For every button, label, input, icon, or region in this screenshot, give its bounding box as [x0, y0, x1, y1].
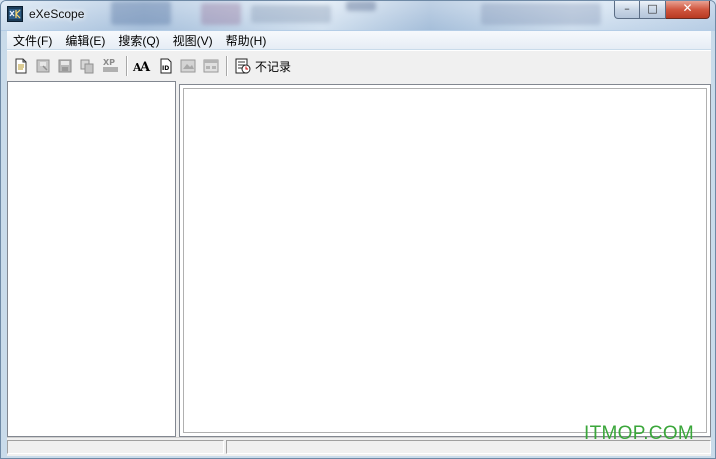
svg-text:ID: ID	[162, 65, 169, 72]
window-title: eXeScope	[29, 7, 85, 21]
title-bar[interactable]: eXeScope – □ ✕	[1, 1, 715, 30]
status-panel-left	[7, 440, 224, 454]
menu-file[interactable]: 文件(F)	[7, 32, 59, 49]
watermark-logo: ITMOP.COM	[584, 423, 695, 444]
resource-tree-pane[interactable]	[7, 81, 176, 437]
main-window: eXeScope – □ ✕ 文件(F) 编辑(E) 搜索(Q) 视图(V) 帮…	[0, 0, 716, 459]
svg-text:XP: XP	[103, 58, 115, 67]
font-icon[interactable]: A A	[132, 57, 151, 75]
menu-view[interactable]: 视图(V)	[167, 32, 220, 49]
exescope-app-icon	[7, 6, 23, 22]
maximize-button[interactable]: □	[640, 1, 666, 19]
menu-bar: 文件(F) 编辑(E) 搜索(Q) 视图(V) 帮助(H)	[7, 31, 711, 49]
toolbar-separator	[126, 56, 128, 76]
svg-text:A: A	[139, 60, 151, 75]
image-icon[interactable]	[179, 57, 197, 75]
menu-help[interactable]: 帮助(H)	[220, 32, 274, 49]
copy-icon[interactable]	[78, 57, 96, 75]
detail-content[interactable]	[183, 88, 707, 433]
log-toggle-label[interactable]: 不记录	[255, 58, 291, 75]
detail-pane[interactable]	[179, 84, 711, 437]
save-icon[interactable]	[56, 57, 74, 75]
maximize-icon: □	[647, 2, 658, 15]
close-icon: ✕	[682, 1, 693, 15]
minimize-button[interactable]: –	[614, 1, 640, 19]
xp-icon[interactable]: XP	[101, 57, 119, 75]
minimize-icon: –	[624, 2, 630, 15]
menu-edit[interactable]: 编辑(E)	[59, 32, 112, 49]
id-icon[interactable]: ID	[157, 57, 175, 75]
dialog-icon[interactable]	[202, 57, 220, 75]
log-icon[interactable]	[233, 57, 251, 75]
menu-search[interactable]: 搜索(Q)	[112, 32, 166, 49]
caption-buttons: – □ ✕	[614, 1, 710, 20]
open-icon[interactable]	[34, 57, 52, 75]
client-area	[7, 81, 711, 437]
close-button[interactable]: ✕	[666, 1, 710, 19]
new-document-icon[interactable]	[12, 57, 30, 75]
toolbar-separator	[226, 56, 228, 76]
toolbar: XP A A ID 不记录	[7, 50, 711, 82]
